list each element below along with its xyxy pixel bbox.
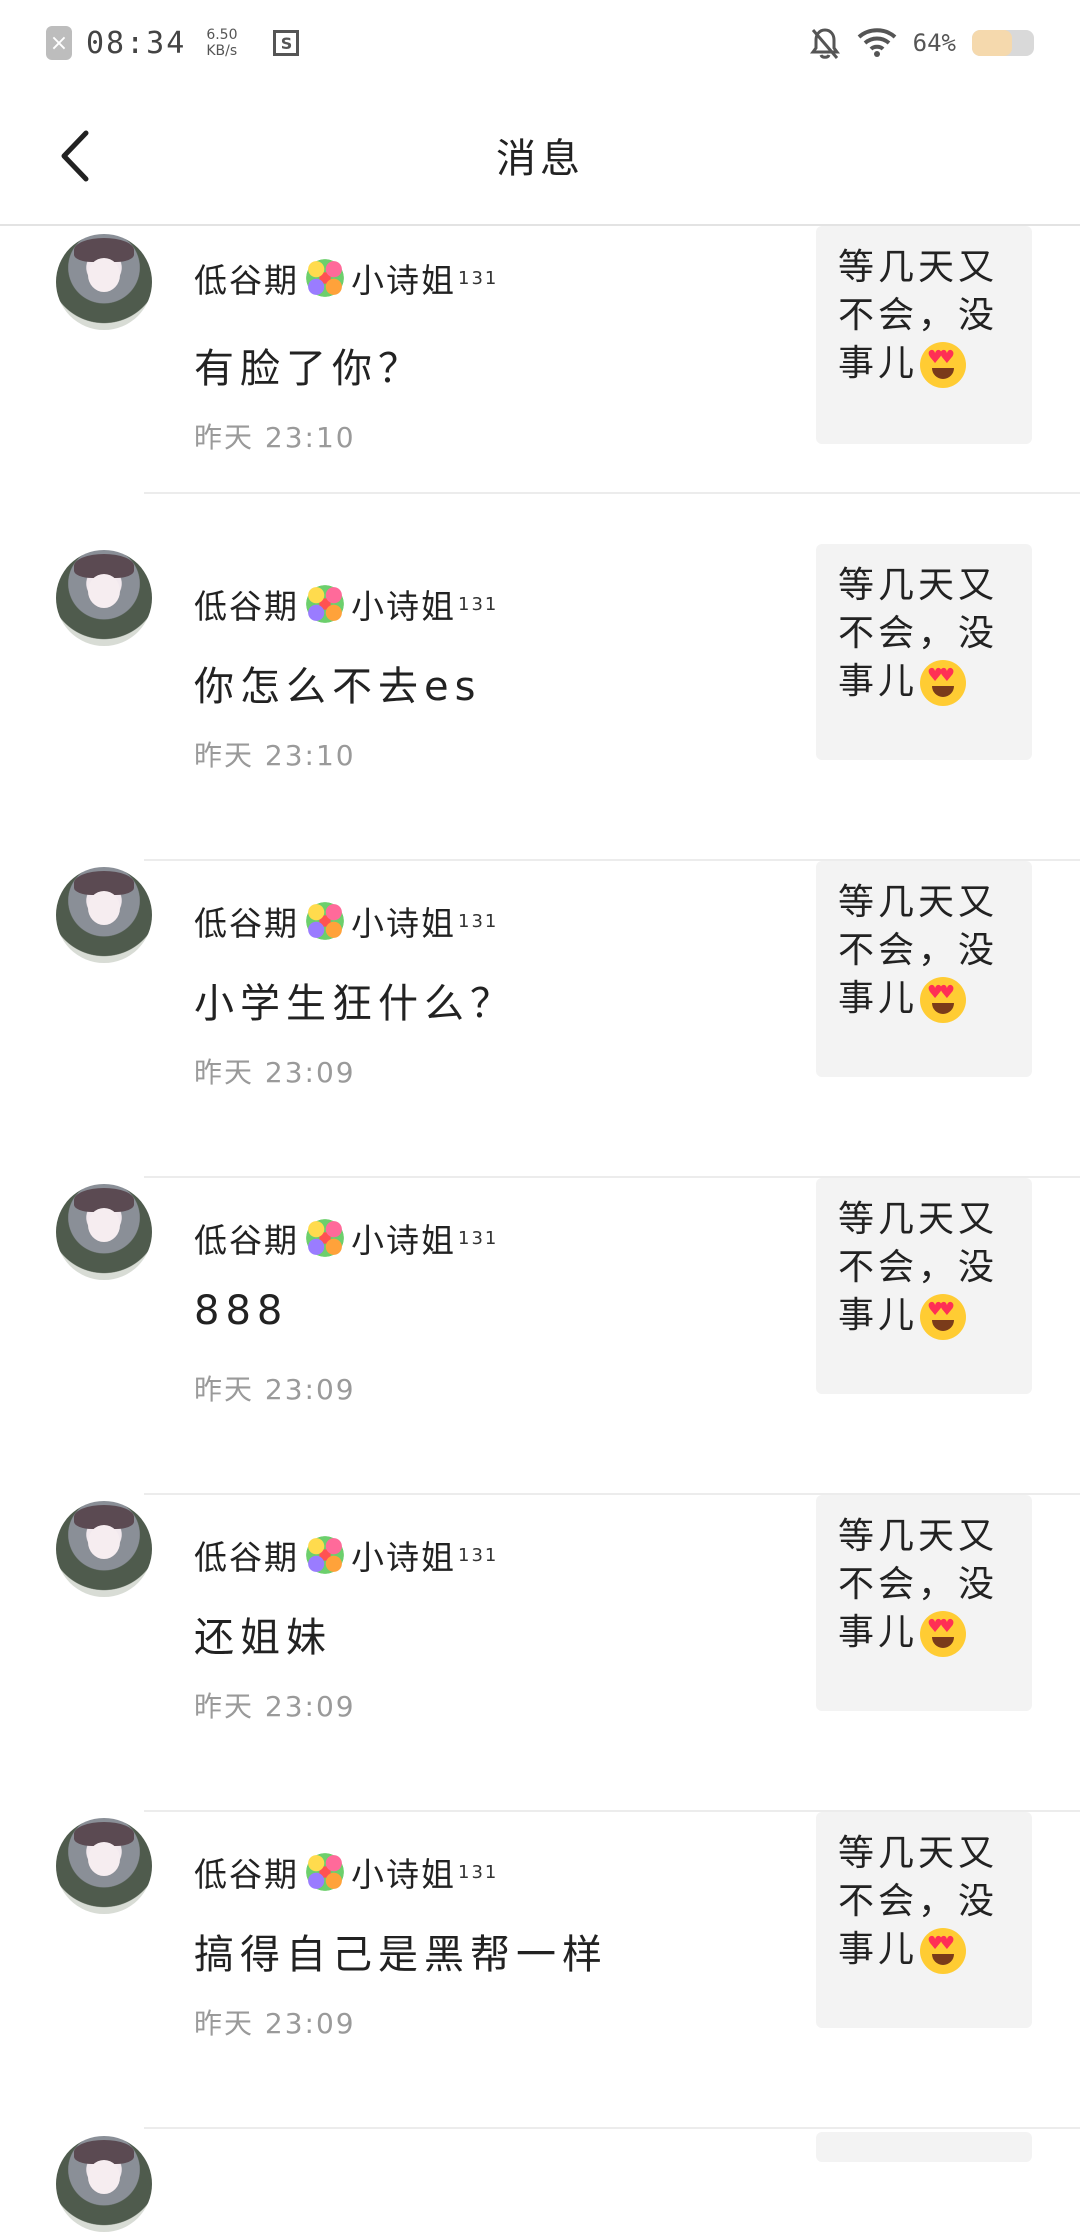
- level-badge: 131: [458, 267, 499, 289]
- avatar[interactable]: [56, 234, 152, 330]
- battery-percent: 64%: [912, 29, 956, 57]
- list-item[interactable]: 低谷期 小诗姐 131 还姐妹 昨天 23:09 等几天又不会，没事儿: [0, 1495, 1080, 1812]
- message-text: 有脸了你？: [194, 346, 424, 392]
- status-right: 64%: [809, 26, 1034, 60]
- flower-emoji-icon: [303, 1216, 347, 1260]
- sender-name[interactable]: 低谷期 小诗姐 131: [194, 1848, 498, 1896]
- message-time: 昨天 23:10: [194, 421, 356, 454]
- list-item-partial[interactable]: [0, 2128, 1080, 2232]
- avatar[interactable]: [56, 867, 152, 963]
- heart-eyes-emoji-icon: [920, 1294, 967, 1340]
- sender-name[interactable]: 低谷期 小诗姐 131: [194, 1214, 498, 1262]
- flower-emoji-icon: [303, 1533, 347, 1577]
- list-item[interactable]: 低谷期 小诗姐 131 有脸了你？ 昨天 23:10 等几天又不会，没事儿: [0, 226, 1080, 494]
- heart-eyes-emoji-icon: [920, 660, 967, 706]
- sender-name-left: 低谷期: [194, 1221, 299, 1260]
- heart-eyes-emoji-icon: [920, 977, 967, 1023]
- message-text: 小学生狂什么？: [194, 981, 516, 1027]
- message-time: 昨天 23:10: [194, 739, 356, 772]
- flower-emoji-icon: [303, 899, 347, 943]
- sender-name[interactable]: 低谷期 小诗姐 131: [194, 580, 498, 628]
- post-thumbnail[interactable]: 等几天又不会，没事儿: [816, 1495, 1032, 1711]
- message-text: 搞得自己是黑帮一样: [194, 1932, 608, 1978]
- post-thumbnail-text: 等几天又不会，没事儿: [838, 882, 999, 1019]
- message-text: 还姐妹: [194, 1615, 332, 1661]
- sender-name-right: 小诗姐: [351, 261, 456, 300]
- sender-name-left: 低谷期: [194, 904, 299, 943]
- sender-name-right: 小诗姐: [351, 1855, 456, 1894]
- level-badge: 131: [458, 1861, 499, 1883]
- avatar[interactable]: [56, 1501, 152, 1597]
- sender-name-left: 低谷期: [194, 1855, 299, 1894]
- page-header: 消息: [0, 86, 1080, 226]
- avatar[interactable]: [56, 1818, 152, 1914]
- sender-name-left: 低谷期: [194, 587, 299, 626]
- avatar[interactable]: [56, 1184, 152, 1280]
- list-item[interactable]: 低谷期 小诗姐 131 搞得自己是黑帮一样 昨天 23:09 等几天又不会，没事…: [0, 1812, 1080, 2129]
- sender-name-right: 小诗姐: [351, 904, 456, 943]
- list-item[interactable]: 低谷期 小诗姐 131 888 昨天 23:09 等几天又不会，没事儿: [0, 1178, 1080, 1495]
- back-button[interactable]: [50, 126, 100, 186]
- flower-emoji-icon: [303, 582, 347, 626]
- message-time: 昨天 23:09: [194, 1690, 356, 1723]
- avatar[interactable]: [56, 550, 152, 646]
- network-speed-unit: KB/s: [206, 43, 238, 59]
- message-list[interactable]: 低谷期 小诗姐 131 有脸了你？ 昨天 23:10 等几天又不会，没事儿 低谷…: [0, 226, 1080, 2129]
- status-left: × 08:34 6.50 KB/s S: [46, 25, 300, 61]
- heart-eyes-emoji-icon: [920, 1611, 967, 1657]
- message-time: 昨天 23:09: [194, 1373, 356, 1406]
- sender-name-left: 低谷期: [194, 261, 299, 300]
- status-time: 08:34: [86, 25, 187, 61]
- heart-eyes-emoji-icon: [920, 342, 967, 388]
- post-thumbnail-text: 等几天又不会，没事儿: [838, 1516, 999, 1653]
- wifi-icon: [857, 28, 896, 57]
- post-thumbnail-text: 等几天又不会，没事儿: [838, 1199, 999, 1336]
- close-icon: ×: [46, 26, 72, 60]
- post-thumbnail[interactable]: 等几天又不会，没事儿: [816, 1178, 1032, 1394]
- network-speed-value: 6.50: [206, 27, 238, 43]
- network-speed: 6.50 KB/s: [206, 27, 237, 59]
- list-item[interactable]: 低谷期 小诗姐 131 小学生狂什么？ 昨天 23:09 等几天又不会，没事儿: [0, 861, 1080, 1178]
- post-thumbnail[interactable]: 等几天又不会，没事儿: [816, 861, 1032, 1077]
- sender-name-left: 低谷期: [194, 1538, 299, 1577]
- flower-emoji-icon: [303, 256, 347, 300]
- mute-bell-icon: [809, 28, 840, 59]
- message-time: 昨天 23:09: [194, 1056, 356, 1089]
- sender-name[interactable]: 低谷期 小诗姐 131: [194, 897, 498, 945]
- sender-name[interactable]: 低谷期 小诗姐 131: [194, 254, 498, 302]
- sender-name[interactable]: 低谷期 小诗姐 131: [194, 1531, 498, 1579]
- status-bar: × 08:34 6.50 KB/s S 64%: [0, 0, 1080, 86]
- post-thumbnail[interactable]: 等几天又不会，没事儿: [816, 544, 1032, 760]
- chevron-left-icon: [61, 130, 89, 182]
- sender-name-right: 小诗姐: [351, 1538, 456, 1577]
- post-thumbnail[interactable]: 等几天又不会，没事儿: [816, 1812, 1032, 2028]
- heart-eyes-emoji-icon: [920, 1928, 967, 1974]
- flower-emoji-icon: [303, 1850, 347, 1894]
- post-thumbnail[interactable]: [816, 2132, 1032, 2162]
- page-title: 消息: [496, 136, 584, 182]
- screenshot-icon: S: [273, 30, 300, 56]
- battery-fill: [972, 30, 1012, 56]
- post-thumbnail-text: 等几天又不会，没事儿: [838, 247, 999, 384]
- level-badge: 131: [458, 593, 499, 615]
- avatar[interactable]: [56, 2136, 152, 2232]
- level-badge: 131: [458, 1227, 499, 1249]
- sender-name-right: 小诗姐: [351, 1221, 456, 1260]
- list-item[interactable]: 低谷期 小诗姐 131 你怎么不去es 昨天 23:10 等几天又不会，没事儿: [0, 544, 1080, 861]
- post-thumbnail-text: 等几天又不会，没事儿: [838, 565, 999, 702]
- battery-icon: [972, 30, 1034, 56]
- sender-name-right: 小诗姐: [351, 587, 456, 626]
- message-text: 你怎么不去es: [194, 664, 482, 710]
- message-text: 888: [194, 1288, 289, 1334]
- post-thumbnail-text: 等几天又不会，没事儿: [838, 1833, 999, 1970]
- level-badge: 131: [458, 910, 499, 932]
- message-time: 昨天 23:09: [194, 2007, 356, 2040]
- post-thumbnail[interactable]: 等几天又不会，没事儿: [816, 226, 1032, 444]
- level-badge: 131: [458, 1544, 499, 1566]
